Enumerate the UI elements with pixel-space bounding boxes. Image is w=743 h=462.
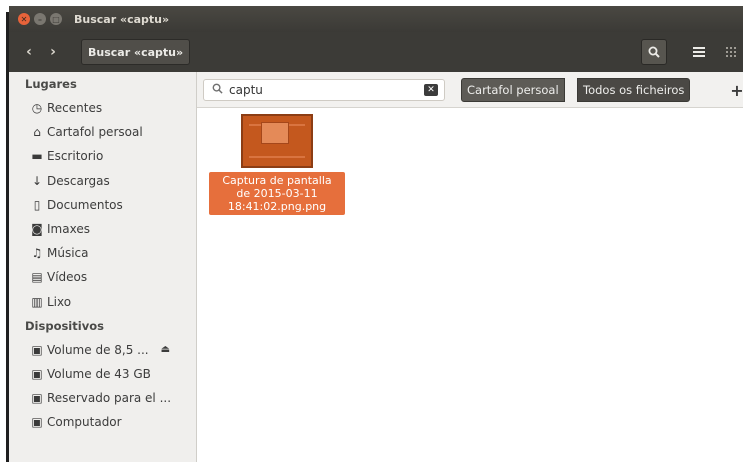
sidebar-item-label: Lixo — [47, 294, 72, 309]
file-name-line: 18:41:02.png.png — [227, 200, 327, 213]
sidebar-item-recentes[interactable]: ◷ Recentes — [9, 96, 196, 120]
sidebar-item-escritorio[interactable]: ▬ Escritorio — [9, 144, 196, 168]
close-window-icon[interactable]: ✕ — [18, 13, 30, 25]
search-query-text: captu — [229, 83, 263, 97]
search-location-home-button[interactable]: Cartafol persoal — [461, 78, 565, 102]
grid-view-button[interactable] — [719, 39, 743, 65]
path-bar-button[interactable]: Buscar «captu» — [81, 39, 191, 65]
sidebar-item-volume-8-5[interactable]: ▣ Volume de 8,5 ... ⏏ — [9, 338, 196, 362]
sidebar-item-reservado[interactable]: ▣ Reservado para el ... — [9, 386, 196, 410]
search-icon — [648, 46, 660, 58]
search-input[interactable]: captu ✕ — [203, 79, 445, 101]
eject-icon[interactable]: ⏏ — [161, 344, 170, 355]
music-icon: ♫ — [31, 246, 43, 261]
file-manager-window: ✕ – □ Buscar «captu» ‹ › Buscar «captu» … — [9, 6, 743, 462]
file-name-line: de 2015-03-11 — [236, 187, 318, 200]
sidebar-item-label: Documentos — [47, 197, 123, 212]
sidebar-item-label: Vídeos — [47, 270, 88, 285]
list-view-icon — [693, 47, 705, 57]
sidebar-item-label: Recentes — [47, 101, 103, 116]
sidebar-item-descargas[interactable]: ↓ Descargas — [9, 169, 196, 193]
drive-icon: ▣ — [31, 342, 43, 357]
sidebar-item-label: Escritorio — [47, 149, 104, 164]
sidebar-item-label: Cartafol persoal — [47, 125, 143, 140]
search-icon — [212, 83, 223, 97]
sidebar-item-label: Reservado para el ... — [47, 391, 172, 406]
sidebar-section-places: Lugares — [25, 77, 77, 91]
title-bar[interactable]: ✕ – □ Buscar «captu» — [9, 6, 743, 32]
drive-icon: ▣ — [31, 366, 43, 381]
sidebar: Lugares ◷ Recentes ⌂ Cartafol persoal ▬ … — [9, 72, 197, 462]
window-title: Buscar «captu» — [74, 12, 170, 26]
sidebar-item-videos[interactable]: ▤ Vídeos — [9, 265, 196, 289]
list-view-button[interactable] — [687, 39, 711, 65]
trash-icon: ▥ — [31, 294, 43, 309]
desktop-folder-icon: ▬ — [31, 149, 43, 164]
sidebar-item-label: Música — [47, 246, 89, 261]
drive-icon: ▣ — [31, 391, 43, 406]
forward-button[interactable]: › — [41, 39, 65, 65]
sidebar-item-cartafol-persoal[interactable]: ⌂ Cartafol persoal — [9, 120, 196, 144]
file-name-label: Captura de pantalla de 2015-03-11 18:41:… — [209, 172, 345, 215]
sidebar-section-devices: Dispositivos — [25, 318, 104, 333]
sidebar-item-imaxes[interactable]: ◙ Imaxes — [9, 217, 196, 241]
grid-view-icon — [726, 47, 736, 57]
film-icon: ▤ — [31, 270, 43, 285]
minimize-window-icon[interactable]: – — [34, 13, 46, 25]
search-button[interactable] — [641, 39, 667, 65]
sidebar-item-label: Volume de 43 GB — [47, 366, 151, 381]
sidebar-item-label: Volume de 8,5 ... — [47, 342, 149, 357]
sidebar-item-lixo[interactable]: ▥ Lixo — [9, 290, 196, 314]
add-filter-icon[interactable]: + — [727, 78, 743, 102]
sidebar-item-documentos[interactable]: ▯ Documentos — [9, 193, 196, 217]
sidebar-item-computador[interactable]: ▣ Computador — [9, 410, 196, 434]
search-location-all-button[interactable]: Todos os ficheiros — [577, 78, 691, 102]
download-icon: ↓ — [31, 173, 43, 188]
sidebar-item-volume-43gb[interactable]: ▣ Volume de 43 GB — [9, 362, 196, 386]
sidebar-item-label: Computador — [47, 415, 122, 430]
sidebar-item-label: Imaxes — [47, 222, 90, 237]
maximize-window-icon[interactable]: □ — [50, 13, 62, 25]
document-icon: ▯ — [33, 197, 41, 212]
sidebar-item-label: Descargas — [47, 173, 110, 188]
home-icon: ⌂ — [33, 125, 41, 140]
image-thumbnail — [241, 114, 313, 168]
sidebar-item-musica[interactable]: ♫ Música — [9, 241, 196, 265]
drive-icon: ▣ — [31, 415, 43, 430]
clock-icon: ◷ — [31, 101, 43, 116]
camera-icon: ◙ — [31, 222, 43, 237]
header-toolbar: ‹ › Buscar «captu» — [9, 32, 743, 72]
search-bar: captu ✕ Cartafol persoal Todos os fichei… — [197, 72, 743, 108]
back-button[interactable]: ‹ — [17, 39, 41, 65]
clear-search-icon[interactable]: ✕ — [424, 84, 438, 96]
file-name-line: Captura de pantalla — [222, 174, 332, 187]
